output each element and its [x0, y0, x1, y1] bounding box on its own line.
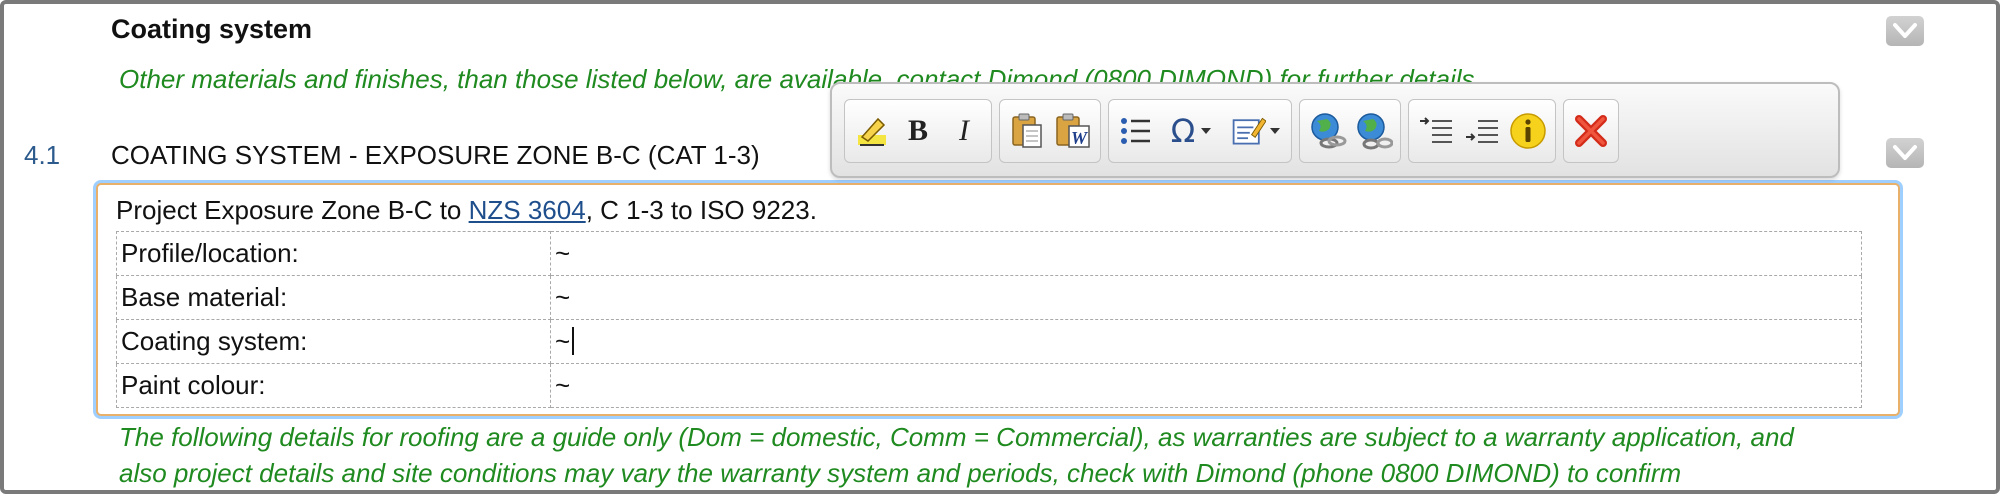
indent-group — [1408, 99, 1556, 163]
outdent-icon — [1420, 117, 1452, 143]
clipboard-group: W — [999, 99, 1101, 163]
increase-indent-button[interactable] — [1459, 105, 1505, 157]
footer-note-line-1: The following details for roofing are a … — [119, 422, 1794, 452]
row-value[interactable]: ~ — [550, 275, 1862, 320]
link-group — [1299, 99, 1401, 163]
paste-from-word-button[interactable]: W — [1050, 105, 1096, 157]
editor-toolbar: B I W Ω — [830, 82, 1840, 178]
section-heading: Coating system — [111, 14, 313, 44]
clause-editor[interactable]: Project Exposure Zone B-C to NZS 3604, C… — [96, 183, 1900, 416]
edit-form-icon — [1232, 117, 1266, 145]
highlight-button[interactable] — [849, 105, 895, 157]
editor-intro-text: Project Exposure Zone B-C to NZS 3604, C… — [116, 195, 817, 226]
italic-icon: I — [959, 114, 969, 147]
italic-button[interactable]: I — [941, 105, 987, 157]
format-group: B I — [844, 99, 992, 163]
footer-note-line-2: also project details and site conditions… — [119, 458, 1682, 488]
bulleted-list-button[interactable] — [1113, 105, 1159, 157]
table-row: Base material: ~ — [116, 275, 1862, 320]
info-icon — [1510, 113, 1546, 149]
paste-button[interactable] — [1004, 105, 1050, 157]
close-group — [1563, 99, 1619, 163]
remove-link-button[interactable] — [1350, 105, 1396, 157]
row-value[interactable]: ~ — [550, 363, 1862, 408]
special-character-button[interactable]: Ω — [1159, 105, 1223, 157]
decrease-indent-button[interactable] — [1413, 105, 1459, 157]
paste-word-icon: W — [1056, 113, 1090, 148]
row-value-text: ~ — [555, 326, 571, 356]
intro-suffix: , C 1-3 to ISO 9223. — [585, 195, 817, 225]
dropdown-arrow-icon — [1270, 128, 1280, 134]
clause-title: COATING SYSTEM - EXPOSURE ZONE B-C (CAT … — [111, 140, 760, 170]
info-button[interactable] — [1505, 105, 1551, 157]
table-row: Profile/location: ~ — [116, 231, 1862, 276]
row-label: Profile/location: — [116, 231, 551, 276]
close-editor-button[interactable] — [1568, 105, 1614, 157]
bold-icon: B — [907, 114, 928, 147]
table-row: Paint colour: ~ — [116, 363, 1862, 408]
properties-table: Profile/location: ~ Base material: ~ Coa… — [116, 231, 1862, 408]
insert-link-button[interactable] — [1304, 105, 1350, 157]
insert-form-button[interactable] — [1223, 105, 1287, 157]
paste-icon — [1012, 113, 1042, 148]
table-row: Coating system: ~ — [116, 319, 1862, 364]
insert-group: Ω — [1108, 99, 1292, 163]
omega-icon: Ω — [1170, 112, 1196, 150]
row-value-active[interactable]: ~ — [550, 319, 1862, 364]
intro-prefix: Project Exposure Zone B-C to — [116, 195, 469, 225]
unlink-globe-icon — [1357, 113, 1393, 150]
row-label: Coating system: — [116, 319, 551, 364]
text-caret — [572, 327, 575, 355]
collapse-toggle-section[interactable] — [1886, 16, 1924, 46]
link-globe-icon — [1311, 113, 1347, 149]
svg-text:W: W — [1071, 128, 1089, 148]
collapse-toggle-clause[interactable] — [1886, 138, 1924, 168]
clause-number: 4.1 — [24, 140, 61, 170]
close-icon — [1575, 115, 1607, 147]
row-label: Base material: — [116, 275, 551, 320]
chevron-down-icon — [1893, 23, 1917, 38]
row-label: Paint colour: — [116, 363, 551, 408]
standard-link[interactable]: NZS 3604 — [469, 195, 586, 225]
indent-icon — [1466, 120, 1498, 143]
row-value[interactable]: ~ — [550, 231, 1862, 276]
bulleted-list-icon — [1121, 118, 1150, 144]
highlighter-icon — [858, 117, 886, 146]
bold-button[interactable]: B — [895, 105, 941, 157]
dropdown-arrow-icon — [1201, 128, 1212, 134]
chevron-down-icon — [1893, 145, 1917, 160]
